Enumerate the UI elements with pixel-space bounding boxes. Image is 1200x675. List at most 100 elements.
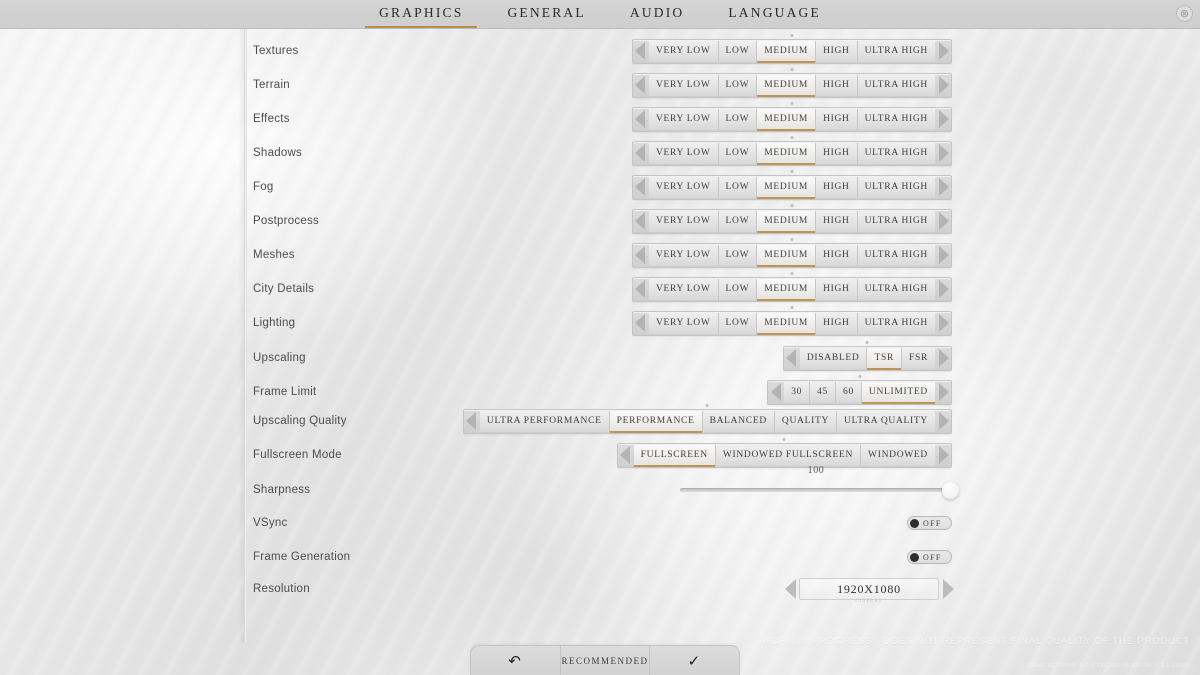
segmented-selector[interactable]: FULLSCREEN WINDOWED FULLSCREEN WINDOWED [616, 437, 952, 468]
back-button[interactable]: ↶ [471, 646, 561, 675]
segmented-selector[interactable]: VERY LOW LOW MEDIUM HIGH ULTRA HIGH [631, 169, 952, 200]
selector-option[interactable]: LOW [718, 108, 758, 130]
selector-option[interactable]: MEDIUM [757, 210, 817, 233]
confirm-button[interactable]: ✓ [650, 646, 739, 675]
selector-option[interactable]: HIGH [816, 312, 858, 334]
selector-option[interactable]: HIGH [816, 244, 858, 266]
selector-option[interactable]: HIGH [816, 210, 858, 232]
toggle-switch[interactable]: OFF [907, 516, 952, 530]
chevron-left-icon[interactable] [768, 381, 783, 404]
selector-option[interactable]: VERY LOW [648, 40, 719, 62]
segmented-selector[interactable]: VERY LOW LOW MEDIUM HIGH ULTRA HIGH [631, 101, 952, 132]
segmented-selector[interactable]: 30 45 60 UNLIMITED [767, 374, 952, 405]
chevron-left-icon[interactable] [633, 176, 648, 199]
toggle-switch[interactable]: OFF [907, 550, 952, 564]
selector-option[interactable]: LOW [718, 74, 758, 96]
selector-option[interactable]: HIGH [816, 142, 858, 164]
slider-track[interactable] [680, 488, 952, 492]
chevron-right-icon[interactable] [936, 278, 951, 301]
selector-option[interactable]: MEDIUM [757, 312, 817, 335]
selector-option[interactable]: LOW [718, 176, 758, 198]
chevron-left-icon[interactable] [618, 444, 633, 467]
selector-option[interactable]: LOW [718, 210, 758, 232]
selector-option[interactable]: ULTRA HIGH [857, 108, 935, 130]
chevron-left-icon[interactable] [633, 108, 648, 131]
tab-graphics[interactable]: GRAPHICS [357, 1, 485, 28]
selector-option[interactable]: MEDIUM [757, 244, 817, 267]
selector-option[interactable]: VERY LOW [648, 142, 719, 164]
tab-language[interactable]: LANGUAGE [706, 1, 843, 27]
segmented-selector[interactable]: VERY LOW LOW MEDIUM HIGH ULTRA HIGH [631, 203, 952, 234]
selector-option[interactable]: VERY LOW [648, 210, 719, 232]
chevron-left-icon[interactable] [784, 347, 799, 370]
selector-option[interactable]: VERY LOW [648, 278, 719, 300]
slider-handle[interactable] [942, 481, 959, 499]
chevron-left-icon[interactable] [633, 142, 648, 165]
selector-option[interactable]: HIGH [816, 278, 858, 300]
selector-option[interactable]: 60 [836, 381, 862, 403]
tab-general[interactable]: GENERAL [485, 1, 607, 27]
selector-option[interactable]: ULTRA QUALITY [837, 410, 935, 432]
selector-option[interactable]: VERY LOW [648, 108, 719, 130]
resolution-stepper[interactable]: 1920X1080 DISPLAY [781, 578, 957, 604]
chevron-right-icon[interactable] [936, 74, 951, 97]
selector-option[interactable]: LOW [718, 244, 758, 266]
chevron-right-icon[interactable] [936, 142, 951, 165]
chevron-left-icon[interactable] [633, 312, 648, 335]
selector-option[interactable]: VERY LOW [648, 244, 719, 266]
selector-option[interactable]: FSR [901, 347, 935, 369]
selector-option[interactable]: ULTRA HIGH [857, 40, 935, 62]
selector-option[interactable]: ULTRA HIGH [857, 210, 935, 232]
selector-option[interactable]: PERFORMANCE [609, 410, 703, 433]
selector-option[interactable]: ULTRA HIGH [857, 74, 935, 96]
sharpness-slider[interactable]: 100 [680, 465, 959, 503]
selector-option[interactable]: HIGH [816, 74, 858, 96]
recommended-button[interactable]: RECOMMENDED [561, 646, 651, 675]
tab-audio[interactable]: AUDIO [608, 1, 707, 27]
selector-option[interactable]: MEDIUM [757, 176, 817, 199]
segmented-selector[interactable]: VERY LOW LOW MEDIUM HIGH ULTRA HIGH [631, 305, 952, 336]
selector-option[interactable]: HIGH [816, 108, 858, 130]
selector-option[interactable]: ULTRA HIGH [857, 176, 935, 198]
selector-option[interactable]: QUALITY [774, 410, 838, 432]
segmented-selector[interactable]: VERY LOW LOW MEDIUM HIGH ULTRA HIGH [631, 271, 952, 302]
chevron-right-icon[interactable] [936, 176, 951, 199]
chevron-right-icon[interactable] [936, 381, 951, 404]
chevron-right-icon[interactable] [936, 108, 951, 131]
segmented-selector[interactable]: VERY LOW LOW MEDIUM HIGH ULTRA HIGH [631, 237, 952, 268]
chevron-right-icon[interactable] [936, 40, 951, 63]
chevron-right-icon[interactable] [936, 312, 951, 335]
selector-option[interactable]: WINDOWED [861, 444, 935, 466]
selector-option[interactable]: DISABLED [799, 347, 868, 369]
segmented-selector[interactable]: VERY LOW LOW MEDIUM HIGH ULTRA HIGH [631, 67, 952, 98]
selector-option[interactable]: VERY LOW [648, 176, 719, 198]
selector-option[interactable]: 30 [784, 381, 811, 403]
selector-option[interactable]: ULTRA HIGH [857, 142, 935, 164]
chevron-right-icon[interactable] [936, 210, 951, 233]
chevron-left-icon[interactable] [464, 410, 479, 433]
segmented-selector[interactable]: VERY LOW LOW MEDIUM HIGH ULTRA HIGH [631, 135, 952, 166]
chevron-left-icon[interactable] [633, 244, 648, 267]
selector-option[interactable]: VERY LOW [648, 74, 719, 96]
selector-option[interactable]: MEDIUM [757, 278, 817, 301]
selector-option[interactable]: UNLIMITED [861, 381, 936, 404]
selector-option[interactable]: LOW [718, 142, 758, 164]
selector-option[interactable]: MEDIUM [757, 108, 817, 131]
segmented-selector[interactable]: VERY LOW LOW MEDIUM HIGH ULTRA HIGH [631, 33, 952, 64]
selector-option[interactable]: ULTRA HIGH [857, 244, 935, 266]
selector-option[interactable]: FULLSCREEN [633, 444, 716, 467]
chevron-right-icon[interactable] [936, 444, 951, 467]
close-icon[interactable]: ⊗ [1176, 5, 1193, 22]
selector-option[interactable]: ULTRA HIGH [857, 312, 935, 334]
segmented-selector[interactable]: ULTRA PERFORMANCE PERFORMANCE BALANCED QUAL… [462, 403, 952, 434]
selector-option[interactable]: LOW [718, 278, 758, 300]
selector-option[interactable]: MEDIUM [757, 74, 817, 97]
selector-option[interactable]: HIGH [816, 40, 858, 62]
selector-option[interactable]: LOW [718, 312, 758, 334]
selector-option[interactable]: BALANCED [702, 410, 775, 432]
chevron-right-icon[interactable] [939, 579, 957, 599]
chevron-left-icon[interactable] [633, 40, 648, 63]
selector-option[interactable]: ULTRA PERFORMANCE [479, 410, 610, 432]
chevron-left-icon[interactable] [781, 579, 799, 599]
chevron-left-icon[interactable] [633, 74, 648, 97]
